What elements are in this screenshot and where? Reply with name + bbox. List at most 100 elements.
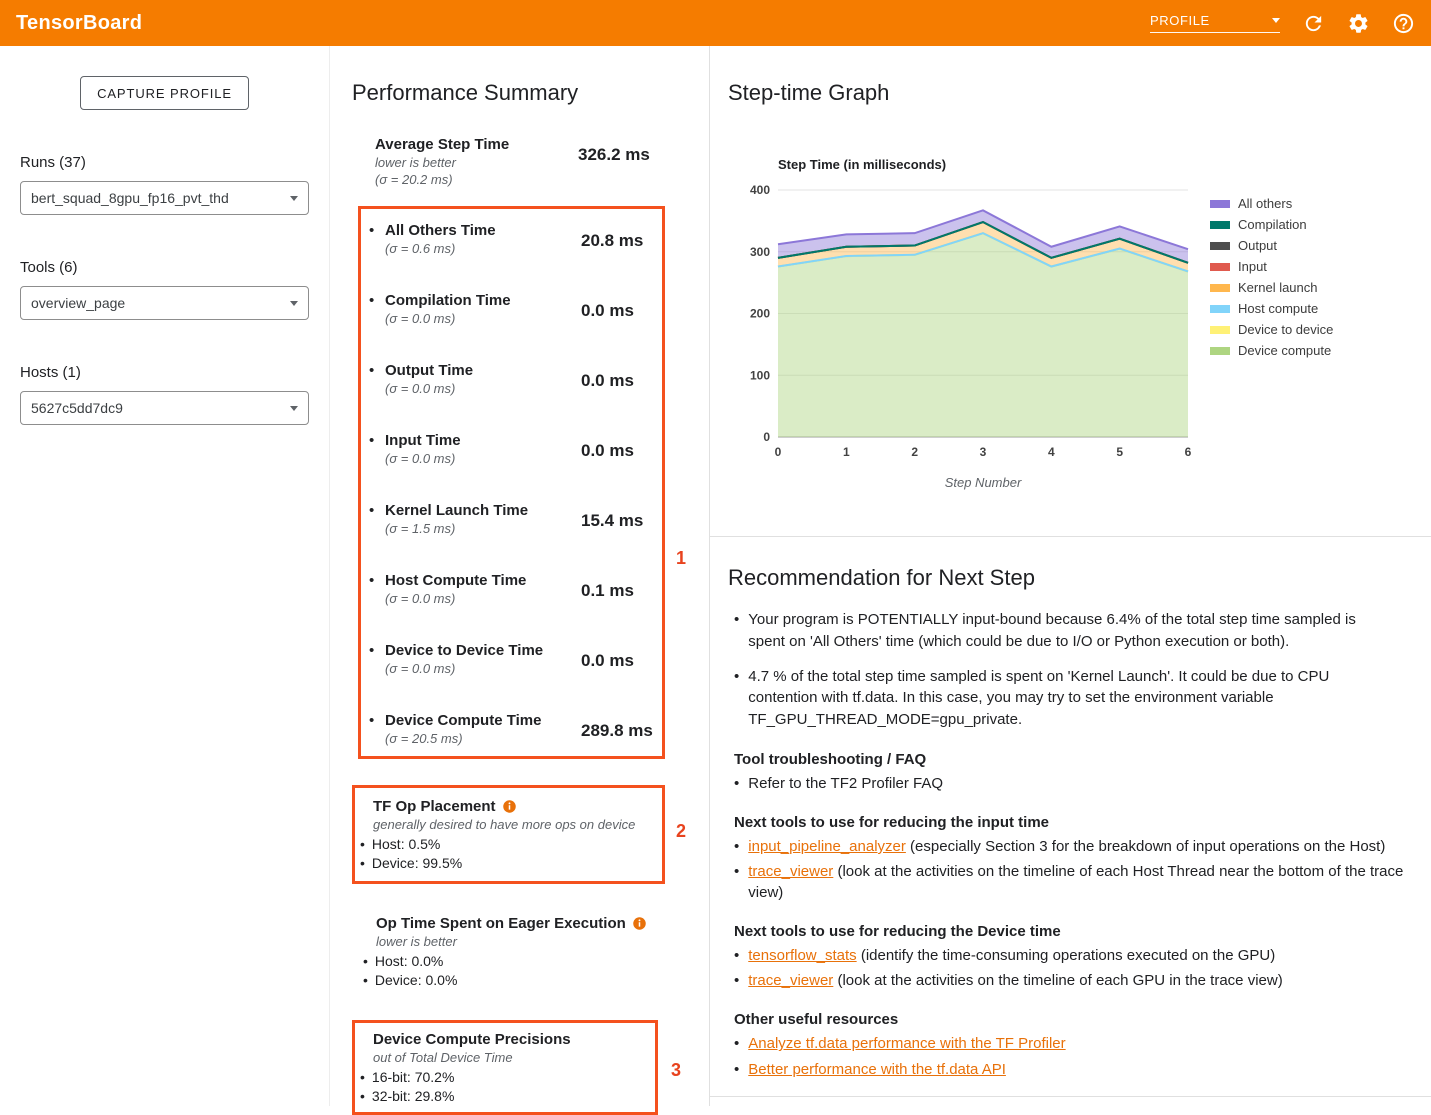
legend-item-device-compute[interactable]: Device compute — [1210, 344, 1333, 357]
metric-row-device-to-device-time: •Device to Device Time(σ = 0.0 ms)0.0 ms — [369, 642, 662, 712]
highlight-box-step-breakdown: •All Others Time(σ = 0.6 ms)20.8 ms•Comp… — [358, 206, 665, 759]
capture-profile-button[interactable]: CAPTURE PROFILE — [80, 76, 249, 110]
main-content: CAPTURE PROFILE Runs (37) bert_squad_8gp… — [0, 46, 1431, 1106]
right-column: Step-time Graph Step Time (in millisecon… — [710, 46, 1431, 1106]
legend-label: All others — [1238, 197, 1292, 210]
tf-op-placement-title: TF Op Placement — [373, 797, 496, 816]
chart-legend: All others Compilation Output Input Kernel l… — [1210, 197, 1333, 357]
link-tensorflow-stats[interactable]: tensorflow_stats — [748, 947, 856, 964]
bullet-dot: • — [360, 1087, 365, 1106]
legend-label: Input — [1238, 260, 1267, 273]
help-icon[interactable] — [1392, 12, 1415, 35]
reload-icon[interactable] — [1302, 12, 1325, 35]
metric-row-compilation-time: •Compilation Time(σ = 0.0 ms)0.0 ms — [369, 292, 662, 362]
recommendation-bullet: •4.7 % of the total step time sampled is… — [734, 666, 1396, 731]
section-heading-other-useful-resources: Other useful resources — [734, 1011, 1411, 1028]
bullet-dot: • — [734, 946, 739, 966]
bullet-dot: • — [369, 362, 385, 432]
metric-label: Kernel Launch Time — [385, 502, 581, 520]
annotation-2: 2 — [676, 821, 686, 842]
section-item-body: Better performance with the tf.data API — [748, 1060, 1006, 1080]
precision-32bit: •32-bit: 29.8% — [355, 1087, 647, 1106]
eager-execution-block: Op Time Spent on Eager Execution lower i… — [358, 914, 665, 990]
section-item: •input_pipeline_analyzer (especially Sec… — [734, 837, 1411, 857]
section-item: • Refer to the TF2 Profiler FAQ — [734, 774, 1411, 794]
tools-select-value: overview_page — [31, 295, 125, 311]
gear-icon[interactable] — [1347, 12, 1370, 35]
section-item: •tensorflow_stats (identify the time-con… — [734, 946, 1411, 966]
x-tick-label: 0 — [775, 445, 782, 459]
section-item-text: (look at the activities on the timeline … — [833, 972, 1282, 989]
highlight-box-tf-op-placement: TF Op Placement generally desired to hav… — [352, 785, 665, 884]
x-tick-label: 5 — [1116, 445, 1123, 459]
chevron-down-icon — [290, 406, 298, 411]
x-tick-label: 6 — [1185, 445, 1192, 459]
performance-summary-title: Performance Summary — [352, 80, 709, 106]
section-item-text: (look at the activities on the timeline … — [748, 863, 1403, 900]
metric-value: 0.0 ms — [581, 432, 634, 502]
recommendation-bullets: •Your program is POTENTIALLY input-bound… — [734, 609, 1411, 731]
legend-item-compilation[interactable]: Compilation — [1210, 218, 1333, 231]
legend-label: Device to device — [1238, 323, 1333, 336]
legend-item-device-to-device[interactable]: Device to device — [1210, 323, 1333, 336]
legend-label: Device compute — [1238, 344, 1331, 357]
link-better-performance-with-the-tf-data-api[interactable]: Better performance with the tf.data API — [748, 1061, 1006, 1078]
legend-item-all-others[interactable]: All others — [1210, 197, 1333, 210]
section-item: • Better performance with the tf.data API — [734, 1060, 1411, 1080]
metric-sigma: (σ = 0.0 ms) — [385, 660, 581, 677]
bullet-dot: • — [369, 222, 385, 292]
tools-select[interactable]: overview_page — [20, 286, 309, 320]
legend-item-output[interactable]: Output — [1210, 239, 1333, 252]
section-item-body: Refer to the TF2 Profiler FAQ — [748, 774, 943, 794]
bullet-dot: • — [734, 609, 739, 653]
link-input-pipeline-analyzer[interactable]: input_pipeline_analyzer — [748, 838, 906, 855]
metric-label: Device Compute Time — [385, 712, 581, 730]
legend-swatch — [1210, 284, 1230, 292]
chevron-down-icon — [1272, 18, 1280, 23]
legend-item-kernel-launch[interactable]: Kernel launch — [1210, 281, 1333, 294]
runs-select[interactable]: bert_squad_8gpu_fp16_pvt_thd — [20, 181, 309, 215]
recommendation-bullet: •Your program is POTENTIALLY input-bound… — [734, 609, 1396, 653]
metric-row-host-compute-time: •Host Compute Time(σ = 0.0 ms)0.1 ms — [369, 572, 662, 642]
y-tick-label: 300 — [750, 245, 770, 259]
tf-op-placement-note: generally desired to have more ops on de… — [355, 816, 654, 833]
chevron-down-icon — [290, 301, 298, 306]
average-step-time-note: lower is better — [375, 154, 578, 171]
link-trace-viewer[interactable]: trace_viewer — [748, 972, 833, 989]
compute-precisions-title: Device Compute Precisions — [373, 1030, 571, 1049]
y-tick-label: 400 — [750, 183, 770, 197]
average-step-time-sigma: (σ = 20.2 ms) — [375, 171, 578, 188]
link-trace-viewer[interactable]: trace_viewer — [748, 863, 833, 880]
legend-item-host-compute[interactable]: Host compute — [1210, 302, 1333, 315]
runs-select-value: bert_squad_8gpu_fp16_pvt_thd — [31, 190, 229, 206]
bullet-dot: • — [734, 774, 739, 794]
hosts-select[interactable]: 5627c5dd7dc9 — [20, 391, 309, 425]
link-analyze-tf-data-performance-with-the-tf-profiler[interactable]: Analyze tf.data performance with the TF … — [748, 1035, 1065, 1052]
info-icon[interactable] — [632, 916, 647, 931]
section-item-body: input_pipeline_analyzer (especially Sect… — [748, 837, 1385, 857]
metric-row-output-time: •Output Time(σ = 0.0 ms)0.0 ms — [369, 362, 662, 432]
info-icon[interactable] — [502, 799, 517, 814]
dashboard-selector[interactable]: PROFILE — [1150, 13, 1280, 33]
y-tick-label: 200 — [750, 307, 770, 321]
metric-value: 0.0 ms — [581, 642, 634, 712]
metric-value: 20.8 ms — [581, 222, 643, 292]
bullet-dot: • — [734, 1060, 739, 1080]
metric-value: 15.4 ms — [581, 502, 643, 572]
bullet-dot: • — [369, 502, 385, 572]
bullet-dot: • — [369, 292, 385, 362]
performance-summary-panel: Performance Summary Average Step Time lo… — [330, 46, 710, 1106]
tf-op-placement-host: •Host: 0.5% — [355, 835, 654, 854]
eager-execution-title: Op Time Spent on Eager Execution — [376, 914, 626, 933]
annotation-3: 3 — [671, 1060, 681, 1081]
bullet-dot: • — [734, 666, 739, 731]
metric-row-device-compute-time: •Device Compute Time(σ = 20.5 ms)289.8 m… — [369, 712, 662, 756]
legend-swatch — [1210, 221, 1230, 229]
compute-precisions-note: out of Total Device Time — [355, 1049, 647, 1066]
metric-sigma: (σ = 20.5 ms) — [385, 730, 581, 747]
bullet-dot: • — [369, 432, 385, 502]
metric-sigma: (σ = 0.0 ms) — [385, 380, 581, 397]
average-step-time-value: 326.2 ms — [578, 136, 650, 188]
recommendation-sections: Tool troubleshooting / FAQ•Refer to the … — [728, 751, 1411, 1080]
legend-item-input[interactable]: Input — [1210, 260, 1333, 273]
